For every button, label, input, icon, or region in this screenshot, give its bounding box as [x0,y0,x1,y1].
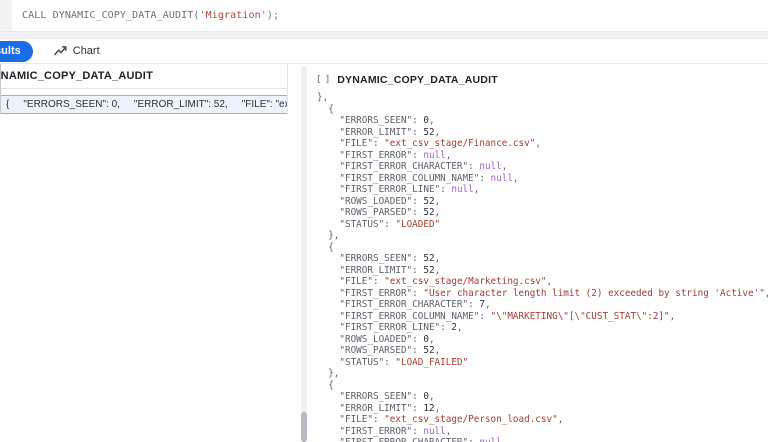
results-tabs-bar: Results Chart [0,39,768,63]
row-preview-segment: "FILE": "ext_csv_stage [241,99,287,110]
results-column-header-label: DYNAMIC_COPY_DATA_AUDIT [1,70,153,82]
row-preview-segment: { [6,99,10,110]
details-title: DYNAMIC_COPY_DATA_AUDIT [337,74,498,86]
results-column-header[interactable]: DYNAMIC_COPY_DATA_AUDIT [1,64,287,89]
sql-statement[interactable]: CALL DYNAMIC_COPY_DATA_AUDIT('Migration'… [22,0,279,31]
results-table-panel: DYNAMIC_COPY_DATA_AUDIT { "ERRORS_SEEN": … [0,64,288,114]
details-scrollbar-thumb[interactable] [301,412,307,442]
row-preview-segment: "ERRORS_SEEN": 0, [23,99,120,110]
sql-statement-end: ); [266,10,280,21]
editor-results-resize-handle[interactable] [0,31,768,39]
worksheet-results-view: CALL DYNAMIC_COPY_DATA_AUDIT('Migration'… [0,0,768,442]
cell-details-panel: [ ] DYNAMIC_COPY_DATA_AUDIT }, { "ERRORS… [300,64,768,442]
sql-string-literal: 'Migration' [199,10,267,21]
row-preview-segment: "ERROR_LIMIT": 52, [133,99,228,110]
json-brackets-icon: [ ] [316,75,330,85]
details-scrollbar[interactable] [301,66,307,442]
sql-call-text: CALL DYNAMIC_COPY_DATA_AUDIT( [22,10,200,21]
editor-gutter [0,0,12,31]
json-detail-view[interactable]: }, { "ERRORS_SEEN": 0, "ERROR_LIMIT": 52… [317,92,768,442]
sql-editor[interactable]: CALL DYNAMIC_COPY_DATA_AUDIT('Migration'… [0,0,768,31]
result-row-selected[interactable]: { "ERRORS_SEEN": 0, "ERROR_LIMIT": 52, "FIL… [1,95,287,114]
tab-chart-label: Chart [72,45,100,57]
tab-results[interactable]: Results [0,40,33,62]
details-header: [ ] DYNAMIC_COPY_DATA_AUDIT [316,70,498,90]
chart-line-icon [54,45,67,55]
tab-chart[interactable]: Chart [54,45,100,58]
